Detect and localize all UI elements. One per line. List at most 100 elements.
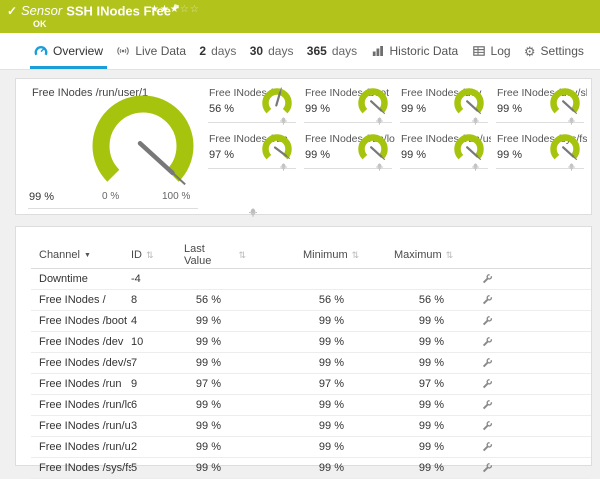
cell-channel[interactable]: Free INodes /sys/fs/cgr...	[31, 462, 131, 474]
small-gauge-cell[interactable]: Free INodes / 56 %	[206, 83, 302, 129]
gauge-pin-icon[interactable]	[280, 163, 287, 171]
cell-channel[interactable]: Free INodes /run/user/1	[31, 420, 131, 432]
table-row: Free INodes / 8 56 % 56 % 56 %	[31, 290, 591, 311]
cell-maximum: 99 %	[361, 441, 466, 453]
small-gauge-cell[interactable]: Free INodes /dev/shm 99 %	[494, 83, 590, 129]
column-label: Channel	[39, 249, 80, 261]
gauge-pin-icon[interactable]	[280, 117, 287, 125]
small-gauge	[451, 86, 487, 122]
channel-settings-wrench-icon[interactable]	[481, 420, 493, 432]
gauge-pin-icon[interactable]	[376, 117, 383, 125]
channel-table-panel: Channel ▼ ID ⇅ Last Value ⇅ Minimum ⇅ Ma…	[15, 226, 592, 466]
table-row: Free INodes /run/user/1 3 99 % 99 % 99 %	[31, 416, 591, 437]
channel-settings-wrench-icon[interactable]	[481, 378, 493, 390]
small-gauge-cell[interactable]: Free INodes /run 97 %	[206, 129, 302, 175]
cell-last-value: 99 %	[184, 441, 246, 453]
column-header-channel[interactable]: Channel ▼	[31, 249, 131, 261]
small-gauge-cell[interactable]: Free INodes /dev 99 %	[398, 83, 494, 129]
tab-label: Log	[491, 44, 511, 58]
gauge-pin-icon[interactable]	[568, 163, 575, 171]
divider	[28, 208, 198, 209]
gauge-pin-icon[interactable]	[472, 117, 479, 125]
cell-id: 5	[131, 462, 184, 474]
table-row: Free INodes /dev/shm 7 99 % 99 % 99 %	[31, 353, 591, 374]
channel-settings-wrench-icon[interactable]	[481, 357, 493, 369]
tab-log[interactable]: Log	[468, 33, 515, 69]
column-label: Minimum	[303, 249, 348, 261]
channel-settings-wrench-icon[interactable]	[481, 273, 493, 285]
cell-last-value: 99 %	[184, 357, 246, 369]
cell-channel[interactable]: Free INodes /boot	[31, 315, 131, 327]
small-gauge-cell[interactable]: Free INodes /sys/fs/cg... 99 %	[494, 129, 590, 175]
tab-2-days[interactable]: 2 days	[195, 33, 240, 69]
cell-minimum: 99 %	[246, 420, 361, 432]
column-header-maximum[interactable]: Maximum ⇅	[361, 249, 466, 261]
cell-channel[interactable]: Free INodes /dev/shm	[31, 357, 131, 369]
small-gauge-cell[interactable]: Free INodes /run/lock 99 %	[302, 129, 398, 175]
cell-channel[interactable]: Free INodes /run/lock	[31, 399, 131, 411]
small-gauge-value: 99 %	[401, 103, 426, 115]
cell-channel[interactable]: Free INodes /run	[31, 378, 131, 390]
cell-minimum: 99 %	[246, 336, 361, 348]
sort-icon: ⇅	[146, 250, 154, 261]
cell-channel[interactable]: Free INodes /	[31, 294, 131, 306]
small-gauge-value: 99 %	[305, 149, 330, 161]
tab-unit: days	[268, 44, 293, 58]
cell-id: 9	[131, 378, 184, 390]
tab-live-data[interactable]: Live Data	[112, 33, 190, 69]
cell-maximum: 99 %	[361, 420, 466, 432]
table-row: Free INodes /run/lock 6 99 % 99 % 99 %	[31, 395, 591, 416]
cell-maximum: 99 %	[361, 315, 466, 327]
small-gauge	[547, 132, 583, 168]
column-header-id[interactable]: ID ⇅	[131, 249, 184, 261]
cell-channel[interactable]: Free INodes /run/user/1	[31, 441, 131, 453]
tab-label: Overview	[53, 44, 103, 58]
tab-overview[interactable]: Overview	[30, 33, 107, 69]
tab-unit: days	[332, 44, 357, 58]
small-gauge	[451, 132, 487, 168]
column-header-minimum[interactable]: Minimum ⇅	[246, 249, 361, 261]
cell-channel[interactable]: Downtime	[31, 273, 131, 285]
priority-stars[interactable]: ★★★☆☆	[150, 4, 200, 15]
tab-365-days[interactable]: 365 days	[303, 33, 361, 69]
channel-settings-wrench-icon[interactable]	[481, 462, 493, 474]
cell-last-value: 99 %	[184, 315, 246, 327]
small-gauge-cell[interactable]: Free INodes /boot 99 %	[302, 83, 398, 129]
column-header-last-value[interactable]: Last Value ⇅	[184, 243, 246, 267]
tab-label: Historic Data	[390, 44, 459, 58]
tab-30-days[interactable]: 30 days	[246, 33, 298, 69]
prtg-sensor-page: { "header": { "kind_label": "Sensor", "t…	[0, 0, 600, 448]
channel-settings-wrench-icon[interactable]	[481, 399, 493, 411]
tab-number: 365	[307, 44, 327, 58]
tab-settings[interactable]: ⚙ Settings	[520, 33, 588, 69]
gauge-pin-icon[interactable]	[376, 163, 383, 171]
small-gauge	[355, 132, 391, 168]
cell-maximum: 99 %	[361, 336, 466, 348]
column-label: Last Value	[184, 243, 234, 267]
cell-minimum: 99 %	[246, 357, 361, 369]
live-data-icon	[116, 44, 130, 58]
tab-historic-data[interactable]: Historic Data	[367, 33, 463, 69]
table-row: Free INodes /run 9 97 % 97 % 97 %	[31, 374, 591, 395]
status-ok-icon: ✓	[7, 4, 17, 18]
table-row: Downtime -4	[31, 269, 591, 290]
gauge-icon	[34, 44, 48, 58]
gauge-pin-icon[interactable]	[472, 163, 479, 171]
cell-minimum: 56 %	[246, 294, 361, 306]
channel-settings-wrench-icon[interactable]	[481, 441, 493, 453]
small-gauge-value: 97 %	[209, 149, 234, 161]
cell-last-value: 97 %	[184, 378, 246, 390]
channel-settings-wrench-icon[interactable]	[481, 294, 493, 306]
overview-gauges-panel: Free INodes /run/user/1 99 % 0 % 100 % F…	[15, 78, 592, 215]
gauge-pin-icon[interactable]	[568, 117, 575, 125]
channel-settings-wrench-icon[interactable]	[481, 336, 493, 348]
cell-channel[interactable]: Free INodes /dev	[31, 336, 131, 348]
channel-settings-wrench-icon[interactable]	[481, 315, 493, 327]
gauge-pin-icon[interactable]	[249, 208, 257, 217]
small-gauge-cell[interactable]: Free INodes /run/user/... 99 %	[398, 129, 494, 175]
main-gauge-max-label: 100 %	[162, 191, 190, 202]
main-gauge-block[interactable]: Free INodes /run/user/1 99 % 0 % 100 %	[16, 79, 211, 214]
tab-number: 2	[199, 44, 206, 58]
main-gauge-value: 99 %	[29, 191, 54, 203]
small-gauge-value: 99 %	[401, 149, 426, 161]
